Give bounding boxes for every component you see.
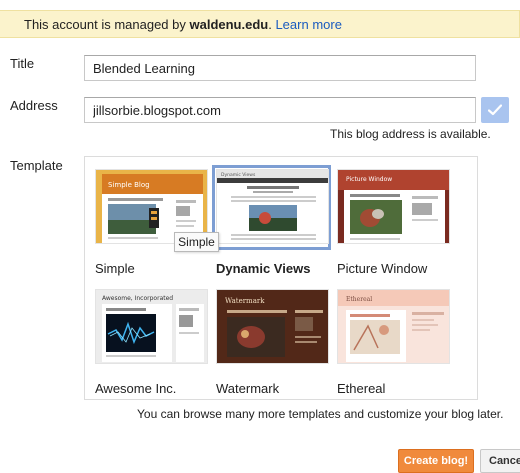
checkmark-icon	[488, 104, 502, 116]
address-input[interactable]	[84, 97, 476, 123]
create-blog-button[interactable]: Create blog!	[398, 449, 474, 473]
thumb-title-watermark: Watermark	[225, 297, 265, 305]
template-name-simple: Simple	[95, 261, 135, 276]
template-thumbnail-ethereal: Ethereal	[337, 289, 450, 364]
address-check-button[interactable]	[481, 97, 509, 123]
template-name-picture-window: Picture Window	[337, 261, 428, 276]
thumb-title-simple: Simple Blog	[108, 181, 150, 189]
template-thumbnail-dynamic-views: Dynamic Views	[216, 169, 329, 244]
thumb-title-awesome-inc: Awesome, Incorporated	[102, 295, 173, 302]
thumb-title-ethereal: Ethereal	[346, 296, 372, 303]
template-name-ethereal: Ethereal	[337, 381, 386, 396]
template-tooltip: Simple	[174, 232, 219, 252]
template-name-awesome-inc: Awesome Inc.	[95, 381, 177, 396]
cancel-button[interactable]: Cancel	[480, 449, 520, 473]
notice-text: This account is managed by	[24, 17, 190, 32]
template-name-dynamic-views: Dynamic Views	[216, 261, 311, 276]
template-label: Template	[10, 158, 63, 173]
title-input[interactable]	[84, 55, 476, 81]
thumb-title-dynamic-views: Dynamic Views	[221, 172, 256, 178]
title-label: Title	[10, 56, 35, 71]
template-name-watermark: Watermark	[216, 381, 280, 396]
address-availability-status: This blog address is available.	[330, 127, 491, 141]
managed-account-notice: This account is managed by waldenu.edu. …	[0, 10, 520, 38]
template-thumbnail-picture-window: Picture Window	[337, 169, 450, 244]
address-label: Address	[10, 98, 58, 113]
learn-more-link[interactable]: Learn more	[275, 17, 341, 32]
template-thumbnail-awesome-inc: Awesome, Incorporated	[95, 289, 208, 364]
template-thumbnail-watermark: Watermark	[216, 289, 329, 364]
thumb-title-picture-window: Picture Window	[346, 176, 392, 183]
template-picker: Simple Blog Simple Dynamic Views Dynamic…	[84, 156, 478, 400]
notice-domain: waldenu.edu	[189, 17, 269, 32]
browse-templates-note: You can browse many more templates and c…	[137, 407, 504, 421]
